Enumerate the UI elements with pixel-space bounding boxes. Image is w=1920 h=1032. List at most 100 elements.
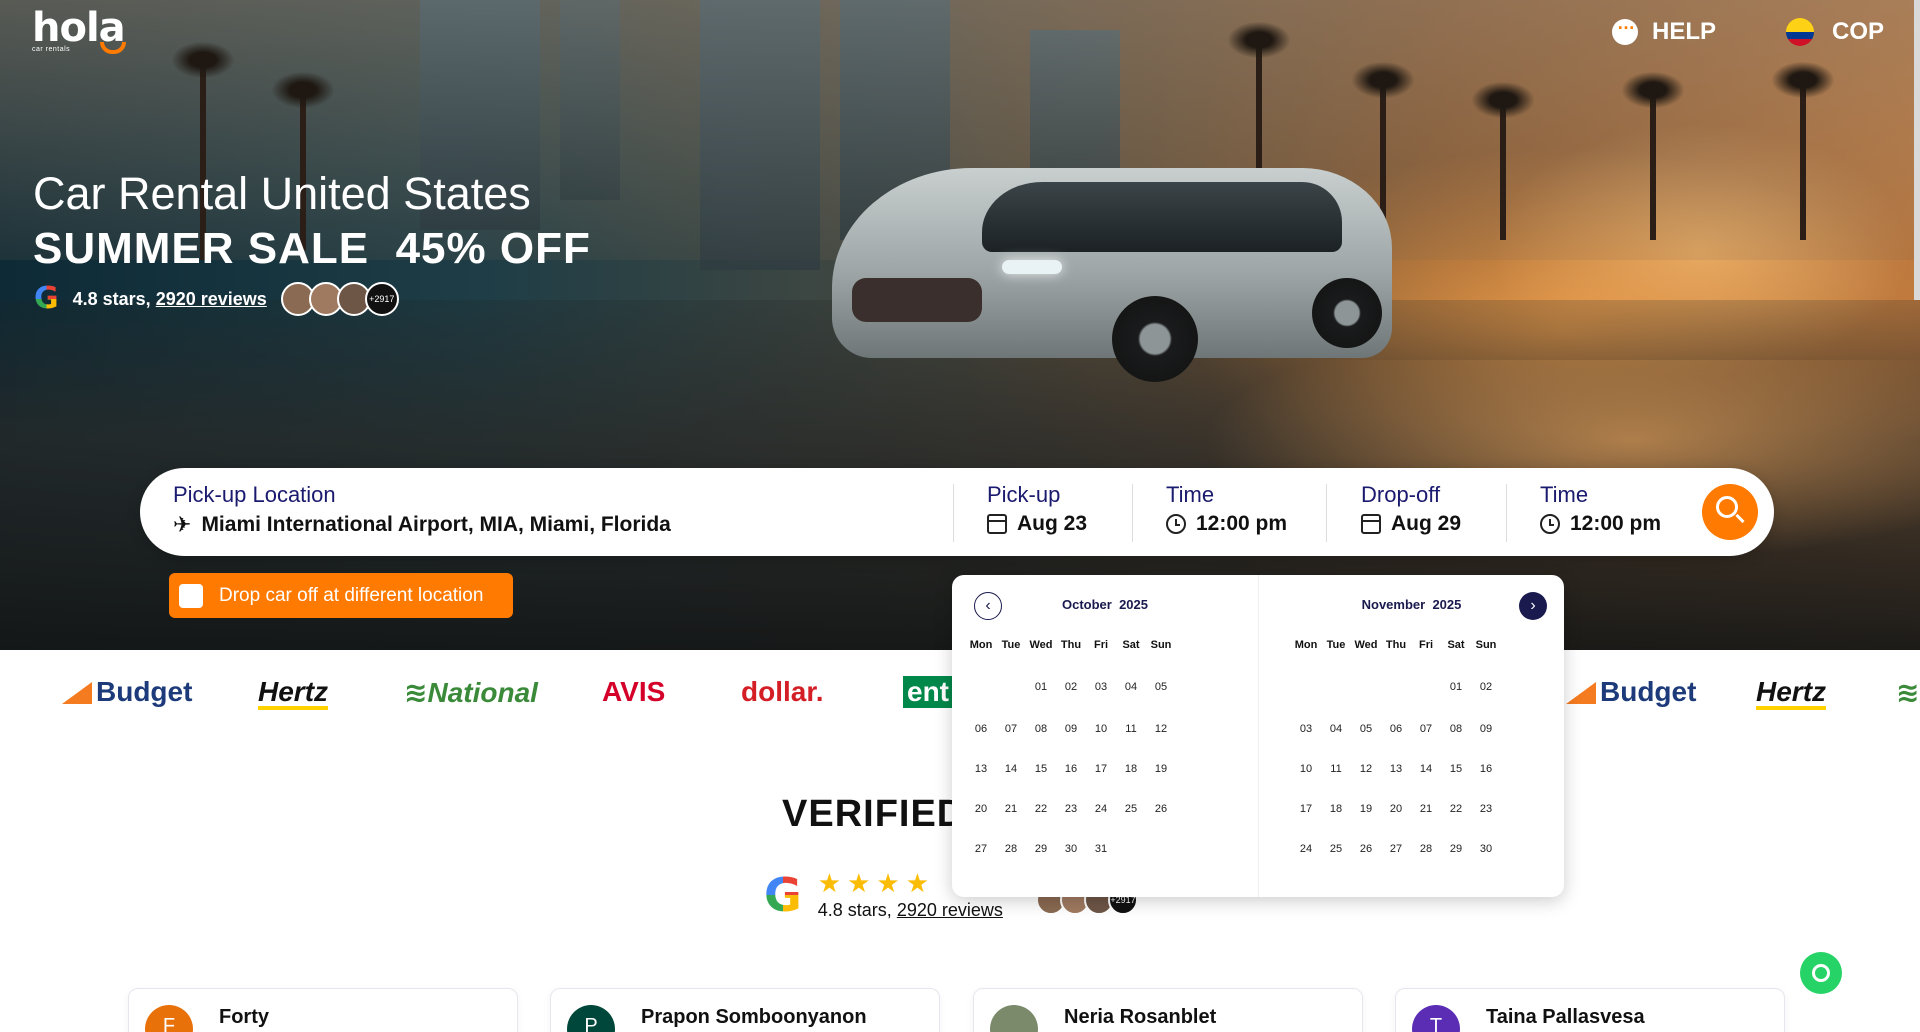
pickup-date-value: Aug 23 bbox=[1017, 512, 1088, 535]
calendar-day[interactable]: 30 bbox=[1469, 843, 1503, 855]
calendar-day[interactable]: 08 bbox=[1024, 723, 1058, 735]
review-card[interactable]: Neria Rosanblet bbox=[973, 988, 1363, 1032]
calendar-day[interactable]: 03 bbox=[1084, 681, 1118, 693]
calendar-day[interactable]: 16 bbox=[1469, 763, 1503, 775]
calendar-day[interactable]: 03 bbox=[1289, 723, 1323, 735]
clock-icon bbox=[1166, 514, 1186, 534]
calendar-day[interactable]: 18 bbox=[1114, 763, 1148, 775]
calendar-day[interactable]: 02 bbox=[1054, 681, 1088, 693]
pickup-location-field[interactable]: Pick-up Location ✈ Miami International A… bbox=[173, 482, 953, 538]
calendar-day[interactable]: 05 bbox=[1349, 723, 1383, 735]
google-icon: G bbox=[764, 868, 802, 922]
brand-logo-dollar: dollar. bbox=[741, 676, 824, 707]
calendar-day[interactable]: 07 bbox=[1409, 723, 1443, 735]
verified-heading: VERIFIED bbox=[782, 793, 966, 835]
logo[interactable]: hola car rentals bbox=[32, 6, 126, 54]
calendar-day[interactable]: 27 bbox=[1379, 843, 1413, 855]
calendar-day[interactable]: 24 bbox=[1084, 803, 1118, 815]
calendar-day[interactable]: 25 bbox=[1319, 843, 1353, 855]
calendar-day[interactable]: 19 bbox=[1349, 803, 1383, 815]
calendar-day[interactable]: 06 bbox=[964, 723, 998, 735]
calendar-day[interactable]: 01 bbox=[1439, 681, 1473, 693]
calendar-day[interactable]: 10 bbox=[1084, 723, 1118, 735]
dropoff-time-field[interactable]: Time 12:00 pm bbox=[1540, 482, 1661, 536]
calendar-day[interactable]: 15 bbox=[1024, 763, 1058, 775]
google-icon: G bbox=[34, 281, 59, 316]
calendar-day[interactable]: 11 bbox=[1114, 723, 1148, 735]
calendar-day[interactable]: 07 bbox=[994, 723, 1028, 735]
calendar-day[interactable]: 19 bbox=[1144, 763, 1178, 775]
calendar-day[interactable]: 22 bbox=[1024, 803, 1058, 815]
calendar-day[interactable]: 20 bbox=[1379, 803, 1413, 815]
calendar-day[interactable]: 09 bbox=[1469, 723, 1503, 735]
calendar-day[interactable]: 14 bbox=[1409, 763, 1443, 775]
calendar-day[interactable]: 17 bbox=[1289, 803, 1323, 815]
calendar-day[interactable]: 09 bbox=[1054, 723, 1088, 735]
calendar-day[interactable]: 20 bbox=[964, 803, 998, 815]
brand-logo-hertz: Hertz bbox=[258, 676, 329, 710]
calendar-day[interactable]: 14 bbox=[994, 763, 1028, 775]
calendar-day[interactable]: 17 bbox=[1084, 763, 1118, 775]
calendar-day[interactable]: 05 bbox=[1144, 681, 1178, 693]
calendar-day[interactable]: 28 bbox=[1409, 843, 1443, 855]
calendar-day[interactable]: 29 bbox=[1024, 843, 1058, 855]
calendar-day[interactable]: 01 bbox=[1024, 681, 1058, 693]
calendar-day[interactable]: 04 bbox=[1319, 723, 1353, 735]
calendar-day[interactable]: 15 bbox=[1439, 763, 1473, 775]
hero-reviews-link[interactable]: 2920 reviews bbox=[156, 289, 267, 309]
calendar-day[interactable]: 11 bbox=[1319, 763, 1353, 775]
help-label: HELP bbox=[1652, 18, 1717, 45]
van-wheel bbox=[1312, 278, 1382, 348]
calendar-day[interactable]: 30 bbox=[1054, 843, 1088, 855]
review-card[interactable]: P Prapon Somboonyanon bbox=[550, 988, 940, 1032]
calendar-day[interactable]: 22 bbox=[1439, 803, 1473, 815]
calendar-day[interactable]: 02 bbox=[1469, 681, 1503, 693]
search-button[interactable] bbox=[1702, 484, 1758, 540]
currency-selector[interactable]: COP bbox=[1786, 18, 1884, 46]
verified-reviews-link[interactable]: 2920 reviews bbox=[897, 900, 1003, 920]
calendar-day[interactable]: 13 bbox=[964, 763, 998, 775]
budget-mark-icon bbox=[62, 682, 92, 704]
weekday-label: Mon bbox=[969, 639, 993, 651]
help-button[interactable]: HELP bbox=[1612, 13, 1717, 46]
pickup-time-field[interactable]: Time 12:00 pm bbox=[1166, 482, 1287, 536]
calendar-day[interactable]: 31 bbox=[1084, 843, 1118, 855]
calendar-day[interactable]: 23 bbox=[1054, 803, 1088, 815]
currency-label: COP bbox=[1832, 18, 1885, 45]
calendar-day[interactable]: 26 bbox=[1349, 843, 1383, 855]
whatsapp-icon[interactable] bbox=[1800, 952, 1842, 994]
review-card[interactable]: T Taina Pallasvesa bbox=[1395, 988, 1785, 1032]
calendar-day[interactable]: 24 bbox=[1289, 843, 1323, 855]
calendar-day[interactable]: 12 bbox=[1144, 723, 1178, 735]
calendar-day[interactable]: 28 bbox=[994, 843, 1028, 855]
checkbox[interactable] bbox=[179, 583, 203, 608]
search-bar: Pick-up Location ✈ Miami International A… bbox=[140, 468, 1774, 556]
calendar-day[interactable]: 29 bbox=[1439, 843, 1473, 855]
review-card[interactable]: F Forty bbox=[128, 988, 518, 1032]
calendar-day[interactable]: 10 bbox=[1289, 763, 1323, 775]
calendar-day[interactable]: 04 bbox=[1114, 681, 1148, 693]
pickup-date-field[interactable]: Pick-up Aug 23 bbox=[987, 482, 1087, 536]
different-location-toggle[interactable]: Drop car off at different location bbox=[169, 573, 513, 618]
pickup-location-value: Miami International Airport, MIA, Miami,… bbox=[201, 513, 671, 536]
reviewer-name: Neria Rosanblet bbox=[1064, 1006, 1217, 1028]
weekday-label: Sun bbox=[1150, 639, 1172, 651]
calendar-day[interactable]: 16 bbox=[1054, 763, 1088, 775]
divider bbox=[1326, 484, 1327, 542]
calendar-day[interactable]: 12 bbox=[1349, 763, 1383, 775]
divider bbox=[1506, 484, 1507, 542]
calendar-day[interactable]: 21 bbox=[1409, 803, 1443, 815]
calendar-day[interactable]: 27 bbox=[964, 843, 998, 855]
van-wheel bbox=[1112, 296, 1198, 382]
dropoff-date-field[interactable]: Drop-off Aug 29 bbox=[1361, 482, 1461, 536]
calendar-day[interactable]: 21 bbox=[994, 803, 1028, 815]
calendar-day[interactable]: 13 bbox=[1379, 763, 1413, 775]
calendar-day[interactable]: 23 bbox=[1469, 803, 1503, 815]
calendar-day[interactable]: 08 bbox=[1439, 723, 1473, 735]
calendar-day[interactable]: 26 bbox=[1144, 803, 1178, 815]
calendar-day[interactable]: 06 bbox=[1379, 723, 1413, 735]
scrollbar[interactable] bbox=[1914, 0, 1920, 300]
calendar-day[interactable]: 25 bbox=[1114, 803, 1148, 815]
clock-icon bbox=[1540, 514, 1560, 534]
calendar-day[interactable]: 18 bbox=[1319, 803, 1353, 815]
